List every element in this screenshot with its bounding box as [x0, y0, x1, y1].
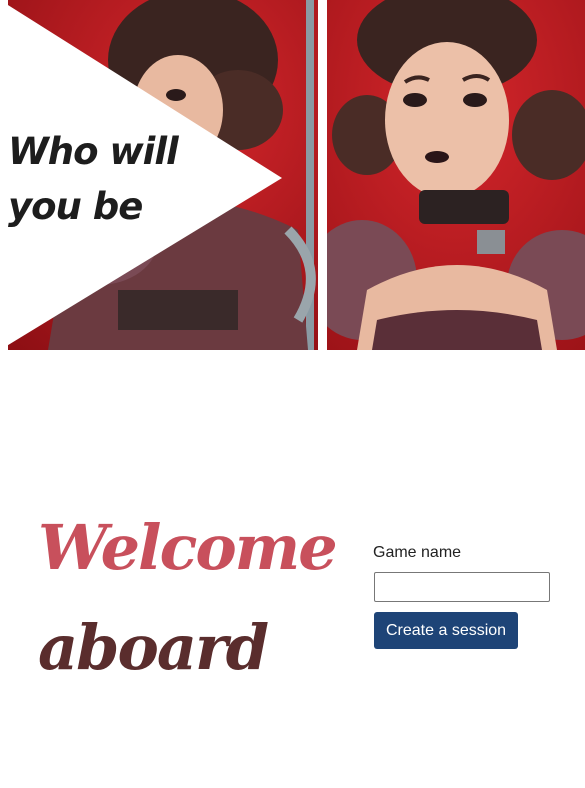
- create-session-button[interactable]: Create a session: [374, 612, 519, 649]
- hero-banner: Who will you be: [0, 0, 585, 350]
- welcome-line-1: Welcome: [38, 511, 338, 584]
- game-name-input[interactable]: [374, 572, 550, 602]
- game-name-label: Game name: [373, 544, 462, 561]
- hero-tagline: Who will you be: [8, 124, 179, 234]
- welcome-line-2: aboard: [38, 611, 269, 684]
- welcome-heading: Welcome aboard: [38, 498, 338, 698]
- tagline-line-1: Who will: [8, 130, 179, 173]
- tagline-line-2: you be: [8, 185, 143, 228]
- character-illustration-right: [327, 0, 585, 350]
- create-session-form: Game name Create a session: [373, 544, 553, 649]
